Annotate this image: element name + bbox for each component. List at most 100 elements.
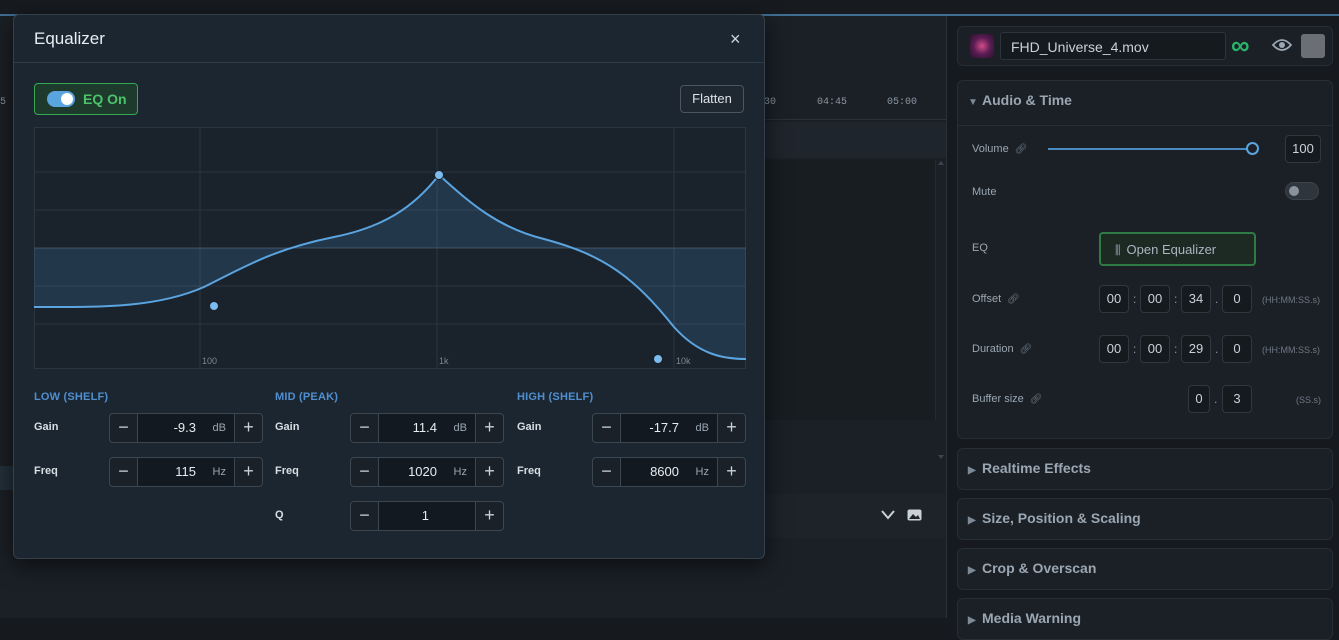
low-freq-label: Freq [34,465,58,477]
open-equalizer-label: Open Equalizer [1127,242,1217,257]
mid-freq-input[interactable]: 1020Hz [379,458,475,486]
realtime-effects-section[interactable]: ▶ Realtime Effects [957,448,1333,490]
link-icon[interactable]: 🔗︎ [1020,344,1033,355]
media-thumbnail [970,34,994,58]
buffer-fraction-input[interactable]: 3 [1222,385,1252,413]
offset-hours-input[interactable]: 00 [1099,285,1129,313]
decrement-button[interactable]: − [351,414,379,442]
decrement-button[interactable]: − [593,458,621,486]
decrement-button[interactable]: − [110,458,138,486]
mid-gain-input[interactable]: 11.4dB [379,414,475,442]
high-gain-input[interactable]: -17.7dB [621,414,717,442]
increment-button[interactable]: + [475,414,503,442]
eq-on-toggle[interactable]: EQ On [34,83,138,115]
volume-input[interactable]: 100 [1285,135,1321,163]
separator: . [1215,342,1218,356]
caret-right-icon: ▶ [968,515,978,526]
buffer-seconds-input[interactable]: 0 [1188,385,1210,413]
caret-right-icon: ▶ [968,615,978,626]
track-indicator [0,466,14,490]
close-icon[interactable]: × [730,29,741,50]
increment-button[interactable]: + [717,414,745,442]
volume-slider-track[interactable] [1048,148,1254,150]
low-gain-stepper: − -9.3 dB + [109,413,263,443]
inspector-panel: FHD_Universe_4.mov ∞ ▼Audio & Time Volum… [947,16,1339,618]
section-header[interactable]: ▼Audio & Time [958,81,1332,119]
section-title: Media Warning [982,610,1081,626]
mid-band-title: MID (PEAK) [275,391,338,403]
increment-button[interactable]: + [475,458,503,486]
timeline-track[interactable] [764,122,946,158]
timeline-track-area[interactable] [764,160,936,420]
scroll-arrows[interactable] [937,160,945,460]
link-icon[interactable]: 🔗︎ [1030,394,1043,405]
divider [14,62,764,63]
color-swatch-icon[interactable] [1301,34,1325,58]
low-band-title: LOW (SHELF) [34,391,108,403]
caret-right-icon: ▶ [968,465,978,476]
image-icon[interactable] [907,509,922,521]
unit-label: dB [213,414,226,442]
duration-seconds-input[interactable]: 29 [1181,335,1211,363]
unit-label: dB [454,414,467,442]
media-warning-section[interactable]: ▶ Media Warning [957,598,1333,640]
eq-label: EQ [972,242,988,254]
eq-response-graph[interactable]: 100 1k 10k [34,127,746,369]
low-band-handle[interactable] [210,302,219,311]
increment-button[interactable]: + [717,458,745,486]
open-equalizer-button[interactable]: ⫼Open Equalizer [1099,232,1256,266]
high-freq-input[interactable]: 8600Hz [621,458,717,486]
toggle-switch [47,91,75,107]
low-gain-input[interactable]: -9.3 dB [138,414,234,442]
duration-hours-input[interactable]: 00 [1099,335,1129,363]
media-header: FHD_Universe_4.mov ∞ [957,26,1333,66]
mid-q-label: Q [275,509,284,521]
high-band-handle[interactable] [654,355,663,364]
timeline-ruler[interactable]: 30 04:45 05:00 [764,90,946,120]
eye-icon[interactable] [1272,37,1292,53]
crop-overscan-section[interactable]: ▶Crop & Overscan [957,548,1333,590]
infinity-loop-icon[interactable]: ∞ [1231,35,1261,55]
decrement-button[interactable]: − [110,414,138,442]
mid-q-input[interactable]: 1 [379,502,475,530]
increment-button[interactable]: + [234,414,262,442]
mute-toggle[interactable] [1285,182,1319,200]
freq-axis-label: 1k [439,356,449,366]
increment-button[interactable]: + [234,458,262,486]
section-title: Crop & Overscan [982,560,1096,576]
volume-slider-handle[interactable] [1246,142,1259,155]
duration-fraction-input[interactable]: 0 [1222,335,1252,363]
mid-freq-label: Freq [275,465,299,477]
size-position-scaling-section[interactable]: ▶Size, Position & Scaling [957,498,1333,540]
link-icon[interactable]: 🔗︎ [1015,144,1028,155]
section-title: Audio & Time [982,92,1072,108]
high-gain-label: Gain [517,421,541,433]
separator: : [1174,292,1177,306]
decrement-button[interactable]: − [351,458,379,486]
increment-button[interactable]: + [475,502,503,530]
divider [958,125,1332,126]
chevron-down-icon[interactable] [881,510,895,520]
offset-fraction-input[interactable]: 0 [1222,285,1252,313]
offset-minutes-input[interactable]: 00 [1140,285,1170,313]
low-freq-value: 115 [175,458,196,486]
unit-label: dB [696,414,709,442]
decrement-button[interactable]: − [593,414,621,442]
flatten-button[interactable]: Flatten [680,85,744,113]
offset-seconds-input[interactable]: 34 [1181,285,1211,313]
high-gain-stepper: − -17.7dB + [592,413,746,443]
decrement-button[interactable]: − [351,502,379,530]
unit-label: Hz [454,458,467,486]
section-title: Realtime Effects [982,460,1091,476]
mid-band-handle[interactable] [435,171,444,180]
duration-label: Duration🔗︎ [972,343,1032,355]
separator: : [1174,342,1177,356]
link-icon[interactable]: 🔗︎ [1007,294,1020,305]
media-name-input[interactable]: FHD_Universe_4.mov [1000,32,1226,60]
buffer-size-label: Buffer size🔗︎ [972,393,1042,405]
section-header: ▶ Media Warning [958,599,1332,637]
eq-toggle-label: EQ On [83,91,127,107]
duration-minutes-input[interactable]: 00 [1140,335,1170,363]
low-gain-value: -9.3 [174,414,196,442]
low-freq-input[interactable]: 115Hz [138,458,234,486]
